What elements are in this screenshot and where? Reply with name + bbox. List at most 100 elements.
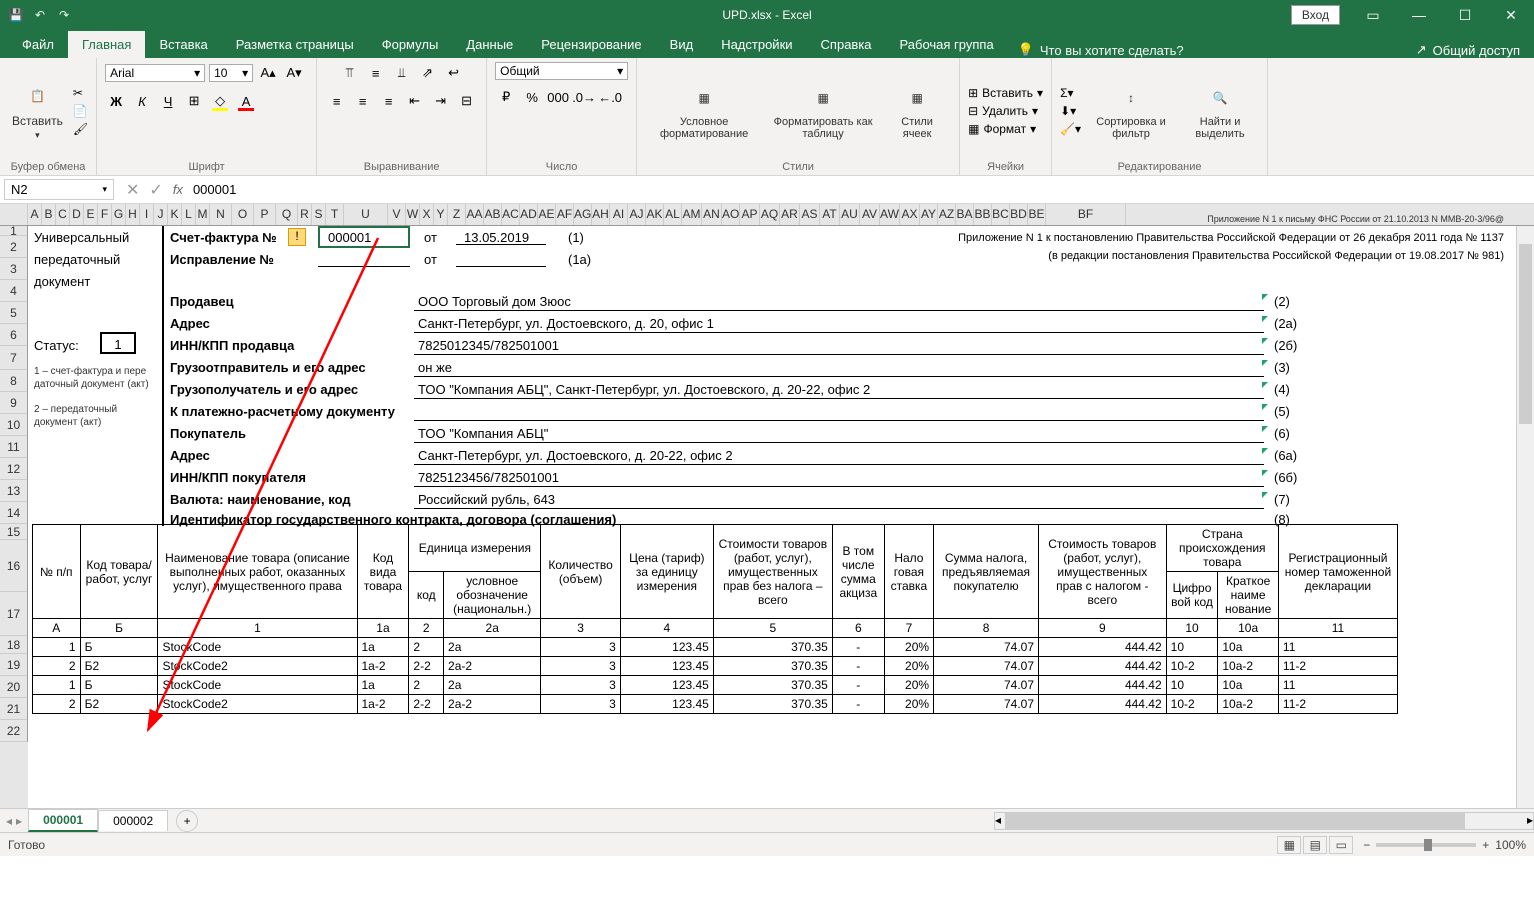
page-layout-view-icon[interactable]: ▤ bbox=[1303, 836, 1327, 854]
underline-button[interactable]: Ч bbox=[157, 90, 179, 112]
table-cell[interactable]: 1а bbox=[357, 638, 409, 657]
col-header-AB[interactable]: AB bbox=[484, 204, 502, 225]
tab-review[interactable]: Рецензирование bbox=[527, 31, 655, 58]
row-header-4[interactable]: 4 bbox=[0, 280, 28, 302]
table-cell[interactable]: 370.35 bbox=[713, 695, 832, 714]
table-cell[interactable]: 2а bbox=[444, 638, 541, 657]
row-header-10[interactable]: 10 bbox=[0, 414, 28, 436]
col-header-K[interactable]: K bbox=[168, 204, 182, 225]
table-cell[interactable]: 2а-2 bbox=[444, 695, 541, 714]
increase-decimal-icon[interactable]: .0→ bbox=[573, 86, 595, 108]
save-icon[interactable]: 💾 bbox=[8, 7, 24, 23]
row-header-22[interactable]: 22 bbox=[0, 720, 28, 742]
table-cell[interactable]: 10а bbox=[1218, 676, 1279, 695]
redo-icon[interactable]: ↷ bbox=[56, 7, 72, 23]
col-header-X[interactable]: X bbox=[420, 204, 434, 225]
paste-button[interactable]: 📋 Вставить ▾ bbox=[8, 78, 67, 143]
error-flag-icon[interactable]: ! bbox=[288, 228, 306, 246]
col-header-W[interactable]: W bbox=[406, 204, 420, 225]
sheet-tab-2[interactable]: 000002 bbox=[98, 810, 168, 831]
table-cell[interactable]: 1 bbox=[33, 638, 81, 657]
decrease-decimal-icon[interactable]: ←.0 bbox=[599, 86, 621, 108]
table-cell[interactable]: 11 bbox=[1278, 638, 1397, 657]
format-table-button[interactable]: ▦Форматировать как таблицу bbox=[769, 80, 877, 142]
table-cell[interactable]: 20% bbox=[884, 638, 933, 657]
col-header-G[interactable]: G bbox=[112, 204, 126, 225]
login-button[interactable]: Вход bbox=[1291, 5, 1340, 25]
formula-input[interactable] bbox=[193, 182, 1526, 197]
table-cell[interactable]: - bbox=[832, 657, 884, 676]
table-cell[interactable]: - bbox=[832, 638, 884, 657]
table-cell[interactable]: 10а-2 bbox=[1218, 695, 1279, 714]
col-header-H[interactable]: H bbox=[126, 204, 140, 225]
col-header-F[interactable]: F bbox=[98, 204, 112, 225]
cell-styles-button[interactable]: ▦Стили ячеек bbox=[883, 80, 951, 142]
col-header-M[interactable]: M bbox=[196, 204, 210, 225]
table-cell[interactable]: 10-2 bbox=[1166, 695, 1218, 714]
enter-icon[interactable]: ✓ bbox=[149, 180, 162, 200]
col-header-O[interactable]: O bbox=[232, 204, 254, 225]
col-header-T[interactable]: T bbox=[326, 204, 344, 225]
table-cell[interactable]: 11-2 bbox=[1278, 657, 1397, 676]
insert-cells-button[interactable]: ⊞Вставить▾ bbox=[968, 86, 1043, 100]
table-cell[interactable]: 2а bbox=[444, 676, 541, 695]
row-header-20[interactable]: 20 bbox=[0, 676, 28, 698]
font-size-select[interactable]: 10▾ bbox=[209, 64, 253, 82]
table-cell[interactable]: 123.45 bbox=[620, 657, 713, 676]
col-header-J[interactable]: J bbox=[154, 204, 168, 225]
cancel-icon[interactable]: ✕ bbox=[126, 180, 139, 200]
row-header-15[interactable]: 15 bbox=[0, 524, 28, 540]
col-header-L[interactable]: L bbox=[182, 204, 196, 225]
col-header-AJ[interactable]: AJ bbox=[628, 204, 646, 225]
table-cell[interactable]: 2 bbox=[33, 695, 81, 714]
tab-workgroup[interactable]: Рабочая группа bbox=[886, 31, 1008, 58]
align-bottom-icon[interactable]: ⫫ bbox=[391, 62, 413, 84]
conditional-format-button[interactable]: ▦Условное форматирование bbox=[645, 80, 763, 142]
font-color-icon[interactable]: A bbox=[235, 90, 257, 112]
tab-formulas[interactable]: Формулы bbox=[368, 31, 453, 58]
col-header-N[interactable]: N bbox=[210, 204, 232, 225]
col-header-S[interactable]: S bbox=[312, 204, 326, 225]
format-painter-icon[interactable]: 🖌 bbox=[73, 122, 88, 136]
zoom-in-icon[interactable]: + bbox=[1482, 838, 1489, 852]
col-header-AV[interactable]: AV bbox=[860, 204, 880, 225]
col-header-Y[interactable]: Y bbox=[434, 204, 448, 225]
tell-me[interactable]: 💡Что вы хотите сделать? bbox=[1018, 42, 1184, 58]
col-header-C[interactable]: C bbox=[56, 204, 70, 225]
row-header-5[interactable]: 5 bbox=[0, 302, 28, 324]
col-header-AW[interactable]: AW bbox=[880, 204, 900, 225]
table-cell[interactable]: 444.42 bbox=[1039, 638, 1167, 657]
delete-cells-button[interactable]: ⊟Удалить▾ bbox=[968, 104, 1043, 118]
table-cell[interactable]: 74.07 bbox=[934, 657, 1039, 676]
number-format-select[interactable]: Общий▾ bbox=[495, 62, 628, 80]
italic-button[interactable]: К bbox=[131, 90, 153, 112]
tab-home[interactable]: Главная bbox=[68, 31, 145, 58]
row-header-3[interactable]: 3 bbox=[0, 258, 28, 280]
table-cell[interactable]: StockCode bbox=[158, 638, 357, 657]
col-header-AN[interactable]: AN bbox=[702, 204, 722, 225]
fx-icon[interactable]: fx bbox=[173, 182, 183, 197]
share-button[interactable]: ↗Общий доступ bbox=[1416, 42, 1520, 58]
col-header-AL[interactable]: AL bbox=[664, 204, 682, 225]
copy-icon[interactable]: 📄 bbox=[73, 104, 88, 118]
col-header-A[interactable]: A bbox=[28, 204, 42, 225]
table-cell[interactable]: 2а-2 bbox=[444, 657, 541, 676]
col-header-AT[interactable]: AT bbox=[820, 204, 840, 225]
table-cell[interactable]: 20% bbox=[884, 657, 933, 676]
tab-addins[interactable]: Надстройки bbox=[707, 31, 806, 58]
align-top-icon[interactable]: ⫪ bbox=[339, 62, 361, 84]
select-all-corner[interactable] bbox=[0, 204, 28, 225]
table-cell[interactable]: 10а-2 bbox=[1218, 657, 1279, 676]
table-cell[interactable]: StockCode2 bbox=[158, 695, 357, 714]
table-cell[interactable]: 11-2 bbox=[1278, 695, 1397, 714]
cut-icon[interactable]: ✂ bbox=[73, 86, 88, 100]
row-header-6[interactable]: 6 bbox=[0, 324, 28, 346]
decrease-indent-icon[interactable]: ⇤ bbox=[404, 90, 426, 112]
col-header-AE[interactable]: AE bbox=[538, 204, 556, 225]
table-cell[interactable]: 444.42 bbox=[1039, 657, 1167, 676]
align-center-icon[interactable]: ≡ bbox=[352, 90, 374, 112]
table-cell[interactable]: 3 bbox=[541, 638, 620, 657]
col-header-AO[interactable]: AO bbox=[722, 204, 740, 225]
horizontal-scrollbar[interactable]: ◂▸ bbox=[994, 812, 1534, 830]
col-header-P[interactable]: P bbox=[254, 204, 276, 225]
